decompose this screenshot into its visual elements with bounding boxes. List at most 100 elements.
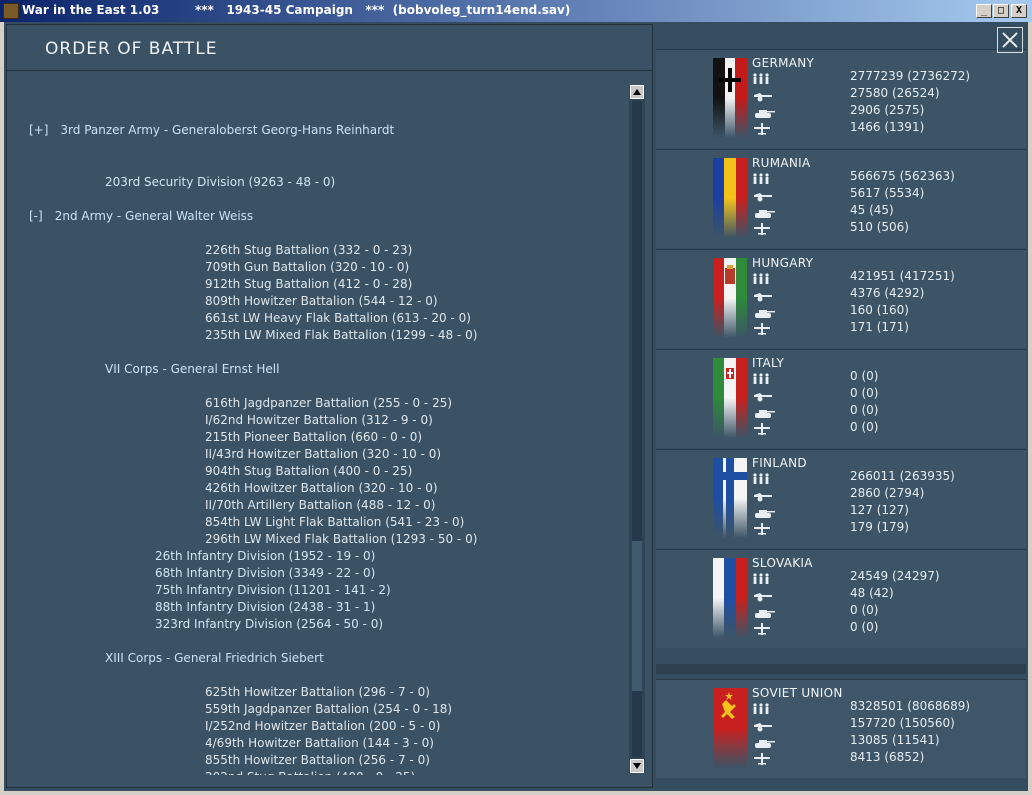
stat-aircraft: 8413 (6852) [850,750,925,764]
nation-name: SLOVAKIA [752,556,813,570]
stat-men: 0 (0) [850,369,879,383]
unit-row[interactable]: II/70th Artillery Battalion (488 - 12 - … [205,498,435,514]
nation-name: SOVIET UNION [752,686,843,700]
unit-row[interactable]: I/62nd Howitzer Battalion (312 - 9 - 0) [205,413,433,429]
tank-icon [752,404,775,418]
stat-afv: 160 (160) [850,303,909,317]
men-icon [752,700,774,714]
nation-card: GERMANY 2777239 (2736272) 27580 (26524) 290… [656,49,1026,148]
soviet-flag-icon [713,688,747,768]
unit-row[interactable]: 215th Pioneer Battalion (660 - 0 - 0) [205,430,422,446]
gun-icon [752,287,774,302]
tank-icon [752,204,775,218]
unit-row[interactable]: 912th Stug Battalion (412 - 0 - 28) [205,277,412,293]
stat-guns: 4376 (4292) [850,286,925,300]
row-label: 226th Stug Battalion (332 - 0 - 23) [205,243,413,257]
unit-row[interactable]: II/43rd Howitzer Battalion (320 - 10 - 0… [205,447,441,463]
division-row[interactable]: 68th Infantry Division (3349 - 22 - 0) [155,566,375,582]
unit-row[interactable]: 296th LW Mixed Flak Battalion (1293 - 50… [205,532,477,548]
unit-row[interactable]: 809th Howitzer Battalion (544 - 12 - 0) [205,294,438,310]
expand-toggle[interactable]: [+] [29,123,48,137]
gun-icon [752,87,774,102]
unit-row[interactable]: 616th Jagdpanzer Battalion (255 - 0 - 25… [205,396,452,412]
division-row[interactable]: 203rd Security Division (9263 - 48 - 0) [105,175,335,191]
row-label: 2nd Army - General Walter Weiss [54,209,254,223]
unit-row[interactable]: 559th Jagdpanzer Battalion (254 - 0 - 18… [205,702,452,718]
division-row[interactable]: 88th Infantry Division (2438 - 31 - 1) [155,600,375,616]
men-icon [752,70,774,84]
header-divider [7,70,652,71]
stat-guns: 157720 (150560) [850,716,955,730]
campaign-title: *** 1943-45 Campaign *** (bobvoleg_turn1… [195,3,571,17]
men-icon [752,170,774,184]
row-label: I/62nd Howitzer Battalion (312 - 9 - 0) [205,413,433,427]
scroll-track[interactable] [632,101,642,757]
scroll-thumb[interactable] [632,541,642,691]
scrollbar[interactable] [629,85,645,773]
stat-men: 8328501 (8068689) [850,699,971,713]
division-row[interactable]: 323rd Infantry Division (2564 - 50 - 0) [155,617,383,633]
aircraft-icon [752,121,774,135]
row-label: 625th Howitzer Battalion (296 - 7 - 0) [205,685,430,699]
stat-guns: 48 (42) [850,586,894,600]
scroll-up-arrow-icon[interactable] [630,85,644,99]
gun-icon [752,587,774,602]
aircraft-icon [752,221,774,235]
maximize-button[interactable]: □ [993,4,1009,18]
close-window-button[interactable]: X [1011,4,1027,18]
rumania-flag-icon [713,158,747,238]
division-row[interactable]: 26th Infantry Division (1952 - 19 - 0) [155,549,375,565]
stat-aircraft: 1466 (1391) [850,120,925,134]
minimize-button[interactable]: _ [976,4,992,18]
gun-icon [752,717,774,732]
unit-row[interactable]: 235th LW Mixed Flak Battalion (1299 - 48… [205,328,477,344]
expand-toggle[interactable]: [-] [29,209,43,223]
hq-row[interactable]: VII Corps - General Ernst Hell [105,362,279,378]
germany-flag-icon [713,58,747,138]
unit-row[interactable]: 904th Stug Battalion (400 - 0 - 25) [205,464,412,480]
nation-name: ITALY [752,356,785,370]
row-label: I/252nd Howitzer Battalion (200 - 5 - 0) [205,719,441,733]
row-label: II/70th Artillery Battalion (488 - 12 - … [205,498,436,512]
nation-name: RUMANIA [752,156,811,170]
app-icon [3,3,19,19]
unit-row[interactable]: 625th Howitzer Battalion (296 - 7 - 0) [205,685,430,701]
unit-row[interactable]: I/252nd Howitzer Battalion (200 - 5 - 0) [205,719,440,735]
stat-afv: 13085 (11541) [850,733,940,747]
nation-name: FINLAND [752,456,807,470]
stat-aircraft: 0 (0) [850,420,879,434]
row-label: 202nd Stug Battalion (400 - 0 - 25) [205,770,415,775]
stat-aircraft: 510 (506) [850,220,909,234]
hq-row[interactable]: [-] 2nd Army - General Walter Weiss [29,209,253,225]
nation-card: FINLAND 266011 (263935) 2860 (2794) 127 (12… [656,449,1026,548]
tank-icon [752,304,775,318]
row-label: VII Corps - General Ernst Hell [105,362,280,376]
stat-afv: 127 (127) [850,503,909,517]
unit-row[interactable]: 202nd Stug Battalion (400 - 0 - 25) [205,770,415,775]
hq-row[interactable]: XIII Corps - General Friedrich Siebert [105,651,324,667]
row-label: 854th LW Light Flak Battalion (541 - 23 … [205,515,465,529]
title-bar: War in the East 1.03 *** 1943-45 Campaig… [0,0,1032,22]
nation-card: HUNGARY 421951 (417251) 4376 (4292) 160 (16… [656,249,1026,348]
stat-men: 24549 (24297) [850,569,940,583]
hq-row[interactable]: [+] 3rd Panzer Army - Generaloberst Georg… [29,123,394,139]
unit-row[interactable]: 426th Howitzer Battalion (320 - 10 - 0) [205,481,438,497]
row-label: 426th Howitzer Battalion (320 - 10 - 0) [205,481,438,495]
tank-icon [752,734,775,748]
aircraft-icon [752,521,774,535]
scroll-down-arrow-icon[interactable] [630,759,644,773]
unit-row[interactable]: 709th Gun Battalion (320 - 10 - 0) [205,260,409,276]
row-label: 75th Infantry Division (11201 - 141 - 2) [155,583,391,597]
nation-card: SOVIET UNION 8328501 (8068689) 157720 (150… [656,679,1026,778]
aircraft-icon [752,621,774,635]
row-label: 296th LW Mixed Flak Battalion (1293 - 50… [205,532,478,546]
unit-row[interactable]: 661st LW Heavy Flak Battalion (613 - 20 … [205,311,471,327]
unit-row[interactable]: 855th Howitzer Battalion (256 - 7 - 0) [205,753,430,769]
row-label: 68th Infantry Division (3349 - 22 - 0) [155,566,376,580]
division-row[interactable]: 75th Infantry Division (11201 - 141 - 2) [155,583,391,599]
close-icon[interactable] [997,27,1023,53]
unit-row[interactable]: 854th LW Light Flak Battalion (541 - 23 … [205,515,464,531]
italy-flag-icon [713,358,747,438]
unit-row[interactable]: 4/69th Howitzer Battalion (144 - 3 - 0) [205,736,434,752]
unit-row[interactable]: 226th Stug Battalion (332 - 0 - 23) [205,243,412,259]
